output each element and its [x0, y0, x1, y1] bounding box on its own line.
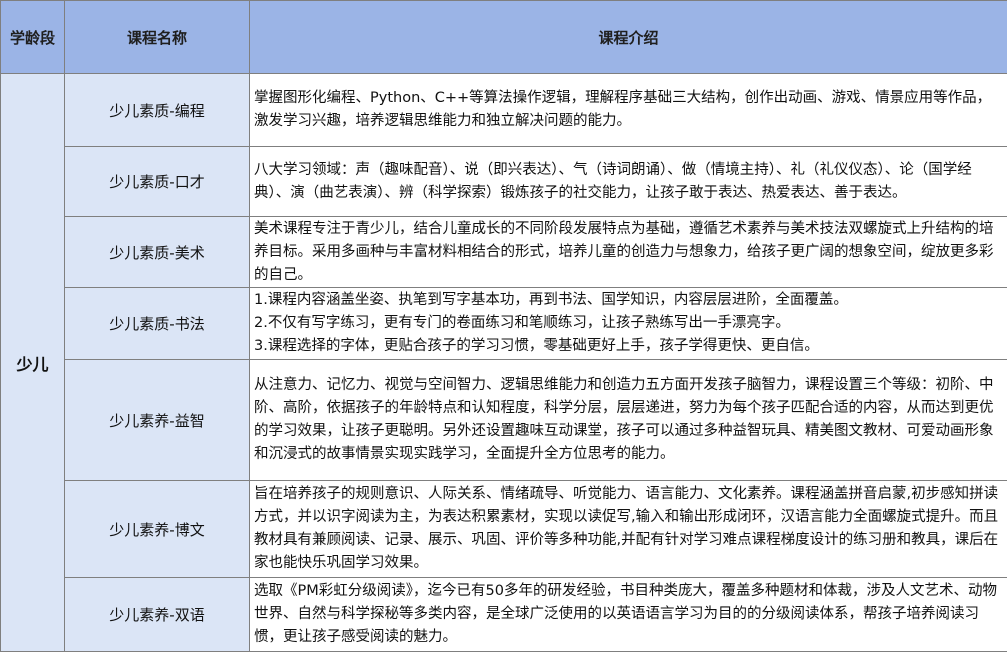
course-name: 少儿素养-益智	[64, 359, 250, 481]
header-course-intro: 课程介绍	[249, 0, 1007, 74]
intro-text: 3.课程选择的字体，更贴合孩子的学习习惯，零基础更好上手，孩子学得更快、更自信。	[254, 338, 819, 354]
course-intro: 旨在培养孩子的规则意识、人际关系、情绪疏导、听觉能力、语言能力、文化素养。课程涵…	[249, 480, 1007, 578]
course-name: 少儿素质-书法	[64, 287, 250, 360]
header-course-name: 课程名称	[64, 0, 250, 74]
course-table: 学龄段 课程名称 课程介绍 少儿 少儿素质-编程 掌握图形化编程、Python、…	[0, 0, 1007, 652]
intro-text: 从注意力、记忆力、视觉与空间智力、逻辑思维能力和创造力五方面开发孩子脑智力，课程…	[254, 377, 994, 462]
course-intro: 美术课程专注于青少儿，结合儿童成长的不同阶段发展特点为基础，遵循艺术素养与美术技…	[249, 216, 1007, 288]
course-name: 少儿素质-口才	[64, 146, 250, 217]
intro-text: 1.课程内容涵盖坐姿、执笔到写字基本功，再到书法、国学知识，内容层层进阶，全面覆…	[254, 292, 848, 308]
intro-text: 选取《PM彩虹分级阅读》，迄今已有50多年的研发经验，书目种类庞大，覆盖多种题材…	[254, 583, 997, 645]
table-row: 少儿素质-美术 美术课程专注于青少儿，结合儿童成长的不同阶段发展特点为基础，遵循…	[1, 216, 1007, 288]
course-name: 少儿素养-博文	[64, 480, 250, 578]
header-age: 学龄段	[0, 0, 65, 74]
course-name: 少儿素质-编程	[64, 73, 250, 147]
header-row: 学龄段 课程名称 课程介绍	[0, 0, 1007, 74]
table-row: 少儿素养-益智 从注意力、记忆力、视觉与空间智力、逻辑思维能力和创造力五方面开发…	[1, 359, 1007, 481]
course-intro: 八大学习领域：声（趣味配音）、说（即兴表达）、气（诗词朗诵）、做（情境主持）、礼…	[249, 146, 1007, 217]
course-name: 少儿素质-美术	[64, 216, 250, 288]
age-group-cell: 少儿	[0, 73, 65, 652]
intro-text: 八大学习领域：声（趣味配音）、说（即兴表达）、气（诗词朗诵）、做（情境主持）、礼…	[254, 161, 972, 201]
intro-text: 旨在培养孩子的规则意识、人际关系、情绪疏导、听觉能力、语言能力、文化素养。课程涵…	[254, 486, 999, 571]
course-intro: 1.课程内容涵盖坐姿、执笔到写字基本功，再到书法、国学知识，内容层层进阶，全面覆…	[249, 287, 1007, 360]
table-row: 少儿 少儿素质-编程 掌握图形化编程、Python、C++等算法操作逻辑，理解程…	[0, 73, 1007, 652]
table-row: 少儿素质-口才 八大学习领域：声（趣味配音）、说（即兴表达）、气（诗词朗诵）、做…	[1, 146, 1007, 217]
intro-text: 美术课程专注于青少儿，结合儿童成长的不同阶段发展特点为基础，遵循艺术素养与美术技…	[254, 220, 994, 283]
table-row: 少儿素养-博文 旨在培养孩子的规则意识、人际关系、情绪疏导、听觉能力、语言能力、…	[1, 480, 1007, 578]
intro-text: 掌握图形化编程、Python、C++等算法操作逻辑，理解程序基础三大结构，创作出…	[254, 90, 992, 129]
course-intro: 掌握图形化编程、Python、C++等算法操作逻辑，理解程序基础三大结构，创作出…	[249, 73, 1007, 147]
course-name: 少儿素养-双语	[64, 577, 250, 652]
course-intro: 选取《PM彩虹分级阅读》，迄今已有50多年的研发经验，书目种类庞大，覆盖多种题材…	[249, 577, 1007, 652]
course-table-sheet: 学龄段 课程名称 课程介绍 少儿 少儿素质-编程 掌握图形化编程、Python、…	[0, 0, 1007, 653]
table-row: 少儿素质-书法 1.课程内容涵盖坐姿、执笔到写字基本功，再到书法、国学知识，内容…	[1, 287, 1007, 360]
course-intro: 从注意力、记忆力、视觉与空间智力、逻辑思维能力和创造力五方面开发孩子脑智力，课程…	[249, 359, 1007, 481]
table-row: 少儿素养-双语 选取《PM彩虹分级阅读》，迄今已有50多年的研发经验，书目种类庞…	[1, 577, 1007, 652]
intro-text: 2.不仅有写字练习，更有专门的卷面练习和笔顺练习，让孩子熟练写出一手漂亮字。	[254, 315, 790, 331]
